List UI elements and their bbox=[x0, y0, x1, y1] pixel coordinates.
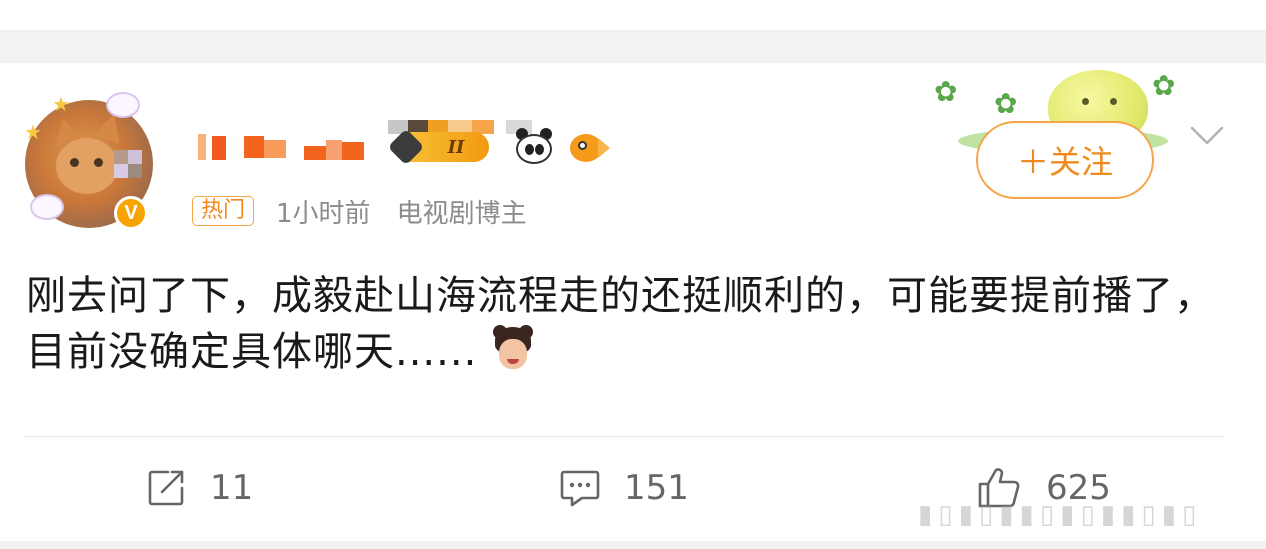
post-time: 1小时前 bbox=[276, 198, 371, 229]
feed-separator bbox=[0, 30, 1266, 63]
name-pixel bbox=[212, 136, 226, 160]
post-body: 刚去问了下，成毅赴山海流程走的还挺顺利的，可能要提前播了，目前没确定具体哪天..… bbox=[26, 268, 1236, 380]
post-text: 刚去问了下，成毅赴山海流程走的还挺顺利的，可能要提前播了，目前没确定具体哪天..… bbox=[26, 273, 1215, 375]
panda-icon bbox=[514, 128, 554, 166]
post-meta: 热门 1小时前 电视剧博主 bbox=[192, 194, 553, 229]
verified-badge: V bbox=[114, 196, 148, 230]
star-icon: ★ bbox=[52, 92, 70, 116]
avatar-mosaic bbox=[114, 150, 154, 180]
cat-eye bbox=[70, 158, 79, 167]
name-pixel bbox=[304, 146, 326, 160]
name-pixel bbox=[326, 140, 342, 160]
follow-button[interactable]: ＋关注 bbox=[976, 121, 1154, 199]
repost-count: 11 bbox=[210, 468, 254, 508]
name-pixel bbox=[264, 140, 286, 158]
clover-icon: ✿ bbox=[1152, 69, 1176, 102]
name-pixel bbox=[198, 134, 206, 160]
top-strip bbox=[0, 0, 1266, 30]
name-pixel bbox=[244, 136, 264, 158]
name-pixel bbox=[342, 142, 364, 160]
bunny-sticker-icon bbox=[30, 194, 64, 220]
bottom-band bbox=[0, 541, 1266, 549]
clover-icon: ✿ bbox=[934, 75, 958, 108]
cat-eye bbox=[94, 158, 103, 167]
chevron-down-icon[interactable] bbox=[1188, 116, 1226, 154]
comment-count: 151 bbox=[624, 468, 689, 508]
comment-button[interactable]: 151 bbox=[558, 466, 689, 510]
comment-icon bbox=[560, 470, 600, 507]
avatar[interactable]: ★ ★ V bbox=[22, 92, 160, 232]
repost-button[interactable]: 11 bbox=[146, 466, 253, 510]
fish-icon bbox=[566, 130, 610, 164]
repost-icon bbox=[148, 470, 184, 506]
author-name[interactable]: II bbox=[192, 118, 612, 170]
star-icon: ★ bbox=[24, 120, 42, 144]
author-role: 电视剧博主 bbox=[396, 198, 527, 229]
hot-tag: 热门 bbox=[192, 196, 255, 226]
bunny-sticker-icon bbox=[106, 92, 140, 118]
watermark: ▮▯▮▯▮▮▯▮▯▮▮▯▮▯ bbox=[918, 500, 1203, 530]
divider bbox=[24, 436, 1224, 437]
girl-emoji-sticker-icon bbox=[489, 325, 537, 377]
cat-face bbox=[56, 138, 118, 194]
clover-icon: ✿ bbox=[994, 87, 1018, 120]
level-badge: II bbox=[397, 132, 489, 162]
